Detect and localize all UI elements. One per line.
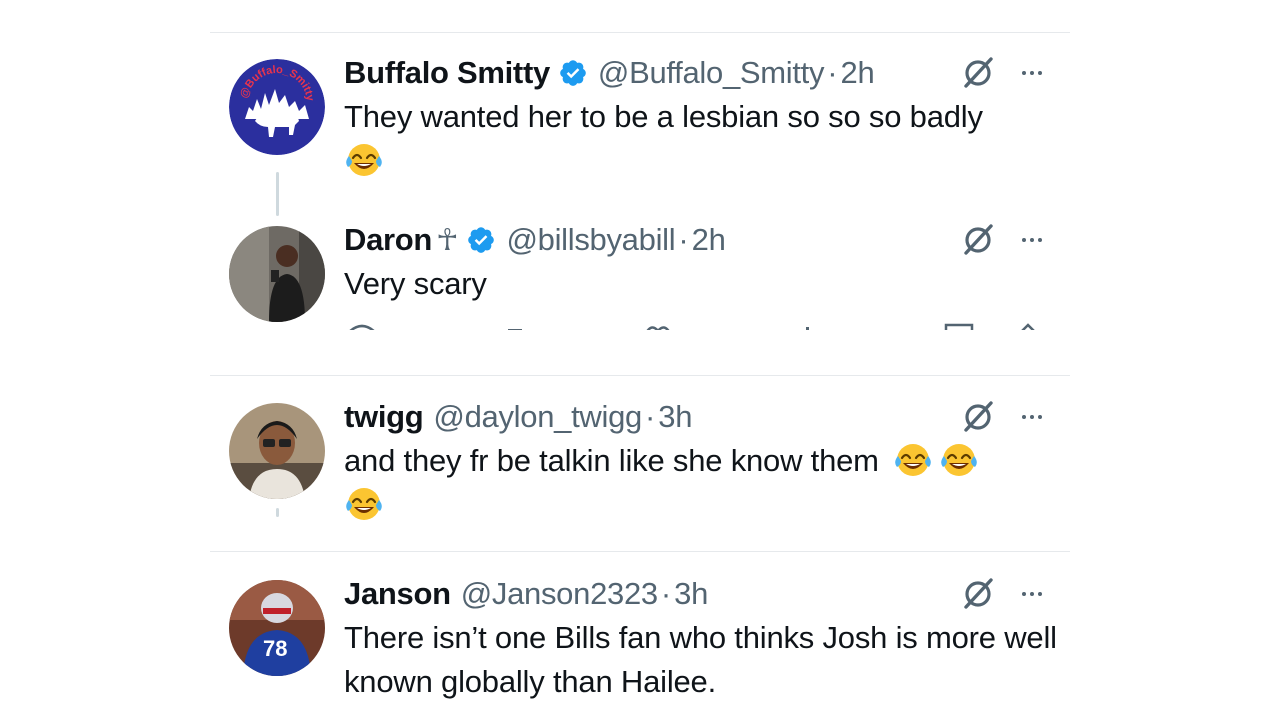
handle[interactable]: @Buffalo_Smitty [598, 55, 825, 91]
timestamp[interactable]: 3h [674, 576, 708, 612]
timestamp[interactable]: 2h [692, 222, 726, 258]
display-name[interactable]: Daron [344, 222, 432, 258]
more-icon[interactable] [1016, 576, 1048, 612]
tweet-buffalo-smitty[interactable]: @Buffalo_Smitty Buffalo Smitty @Buffalo_… [210, 53, 1070, 183]
tweet-twigg[interactable]: twigg @daylon_twigg · 3h and they fr be … [210, 397, 1070, 522]
separator: · [827, 55, 838, 90]
display-name[interactable]: Buffalo Smitty [344, 55, 550, 91]
tweet-header: twigg @daylon_twigg · 3h [344, 397, 692, 437]
tweet-janson[interactable]: 78 Janson @Janson2323 · 3h There isn’t o… [210, 574, 1070, 720]
more-icon[interactable] [1016, 55, 1048, 91]
face-with-tears-of-joy-icon [344, 483, 384, 523]
tweet-header: Buffalo Smitty @Buffalo_Smitty · 2h [344, 53, 875, 93]
more-icon[interactable] [1016, 399, 1048, 435]
timestamp[interactable]: 2h [841, 55, 875, 91]
grok-icon[interactable] [960, 222, 996, 258]
grok-icon[interactable] [960, 55, 996, 91]
timestamp[interactable]: 3h [658, 399, 692, 435]
avatar[interactable] [229, 226, 325, 322]
thread-line [276, 172, 279, 216]
thread-line [276, 508, 279, 517]
face-with-tears-of-joy-icon [344, 139, 384, 179]
display-name[interactable]: twigg [344, 399, 424, 435]
tweet-text: Very scary [344, 266, 487, 301]
grok-icon[interactable] [960, 399, 996, 435]
separator: · [678, 222, 689, 257]
tweet-daron[interactable]: Daron ☥ @billsbyabill · 2h Very scary [210, 220, 1070, 330]
handle[interactable]: @daylon_twigg [433, 399, 642, 435]
tweet-text-content: and they fr be talkin like she know them [344, 443, 879, 478]
face-with-tears-of-joy-icon [893, 439, 933, 479]
avatar[interactable]: @Buffalo_Smitty [229, 59, 325, 155]
svg-text:78: 78 [263, 636, 287, 661]
ankh-symbol: ☥ [436, 223, 459, 257]
tweet-text-content: They wanted her to be a lesbian so so so… [344, 99, 983, 134]
grok-icon[interactable] [960, 576, 996, 612]
handle[interactable]: @billsbyabill [506, 222, 675, 258]
divider [210, 32, 1070, 33]
person-avatar-icon [229, 403, 325, 499]
divider [210, 551, 1070, 552]
tweet-header: Janson @Janson2323 · 3h [344, 574, 708, 614]
tweet-text: There isn’t one Bills fan who thinks Jos… [344, 620, 1057, 699]
person-avatar-icon [229, 226, 325, 322]
avatar[interactable]: 78 [229, 580, 325, 676]
more-icon[interactable] [1016, 222, 1048, 258]
divider [210, 375, 1070, 376]
verified-badge-icon [466, 225, 496, 255]
buffalo-logo-icon: @Buffalo_Smitty [229, 59, 325, 155]
action-bar-cutoff [344, 320, 1064, 330]
tweet-text: They wanted her to be a lesbian so so so… [344, 95, 1064, 183]
reply-feed: @Buffalo_Smitty Buffalo Smitty @Buffalo_… [210, 0, 1070, 720]
face-with-tears-of-joy-icon [939, 439, 979, 479]
separator: · [660, 576, 672, 611]
verified-badge-icon [558, 58, 588, 88]
handle[interactable]: @Janson2323 [461, 576, 658, 612]
tweet-text: and they fr be talkin like she know them [344, 439, 1064, 527]
display-name[interactable]: Janson [344, 576, 451, 612]
tweet-header: Daron ☥ @billsbyabill · 2h [344, 220, 726, 260]
avatar[interactable] [229, 403, 325, 499]
football-player-avatar-icon: 78 [229, 580, 325, 676]
action-icons-partial [349, 323, 1035, 330]
separator: · [644, 399, 656, 434]
